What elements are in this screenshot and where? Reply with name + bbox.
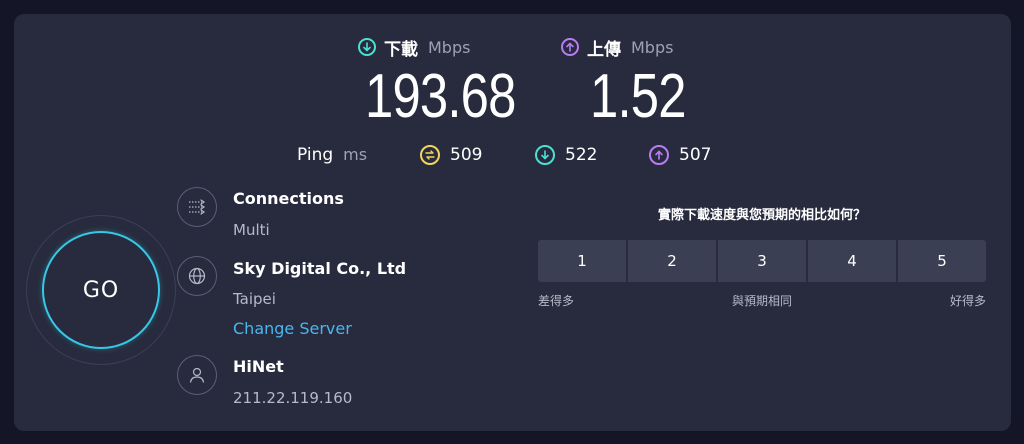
download-arrow-icon — [535, 145, 555, 165]
rating-option-5[interactable]: 5 — [898, 240, 986, 282]
upload-header: 上傳 Mbps — [561, 36, 674, 60]
upload-arrow-icon — [561, 38, 579, 56]
results-panel: 下載 Mbps 193.68 上傳 Mbps 1.52 Ping ms 509 … — [14, 14, 1011, 431]
ping-download: 522 — [535, 145, 597, 165]
upload-arrow-icon — [649, 145, 669, 165]
download-speed-value: 193.68 — [365, 62, 516, 131]
ping-label: Ping — [297, 145, 334, 165]
connections-title: Connections — [233, 189, 344, 208]
upload-unit: Mbps — [631, 37, 674, 57]
ping-jitter-icon — [420, 145, 440, 165]
download-label: 下載 — [384, 39, 418, 60]
download-header: 下載 Mbps — [358, 36, 471, 60]
rating-option-2[interactable]: 2 — [628, 240, 716, 282]
ping-idle-value: 509 — [450, 145, 483, 165]
survey-question: 實際下載速度與您預期的相比如何？ — [657, 208, 866, 223]
provider-name: HiNet — [233, 357, 284, 376]
rating-option-3[interactable]: 3 — [718, 240, 806, 282]
ping-upload-value: 507 — [679, 145, 712, 165]
rating-bar: 1 2 3 4 5 — [538, 240, 986, 282]
ping-header: Ping ms — [297, 145, 367, 165]
change-server-link[interactable]: Change Server — [233, 319, 352, 338]
ping-idle: 509 — [420, 145, 482, 165]
rating-option-1[interactable]: 1 — [538, 240, 626, 282]
go-button[interactable]: GO — [42, 231, 160, 349]
server-location: Taipei — [233, 290, 276, 308]
globe-icon — [177, 256, 217, 296]
upload-speed-value: 1.52 — [590, 62, 686, 131]
connections-icon — [177, 187, 217, 227]
scale-label-high: 好得多 — [949, 294, 986, 308]
ping-unit: ms — [343, 145, 368, 164]
download-arrow-icon — [358, 38, 376, 56]
go-button-ring: GO — [26, 215, 176, 365]
connections-value: Multi — [233, 221, 270, 239]
provider-ip: 211.22.119.160 — [233, 389, 353, 407]
ping-upload: 507 — [649, 145, 711, 165]
user-icon — [177, 355, 217, 395]
upload-label: 上傳 — [587, 39, 621, 60]
server-name: Sky Digital Co., Ltd — [233, 259, 407, 278]
download-unit: Mbps — [428, 37, 471, 57]
ping-download-value: 522 — [565, 145, 598, 165]
rating-option-4[interactable]: 4 — [808, 240, 896, 282]
